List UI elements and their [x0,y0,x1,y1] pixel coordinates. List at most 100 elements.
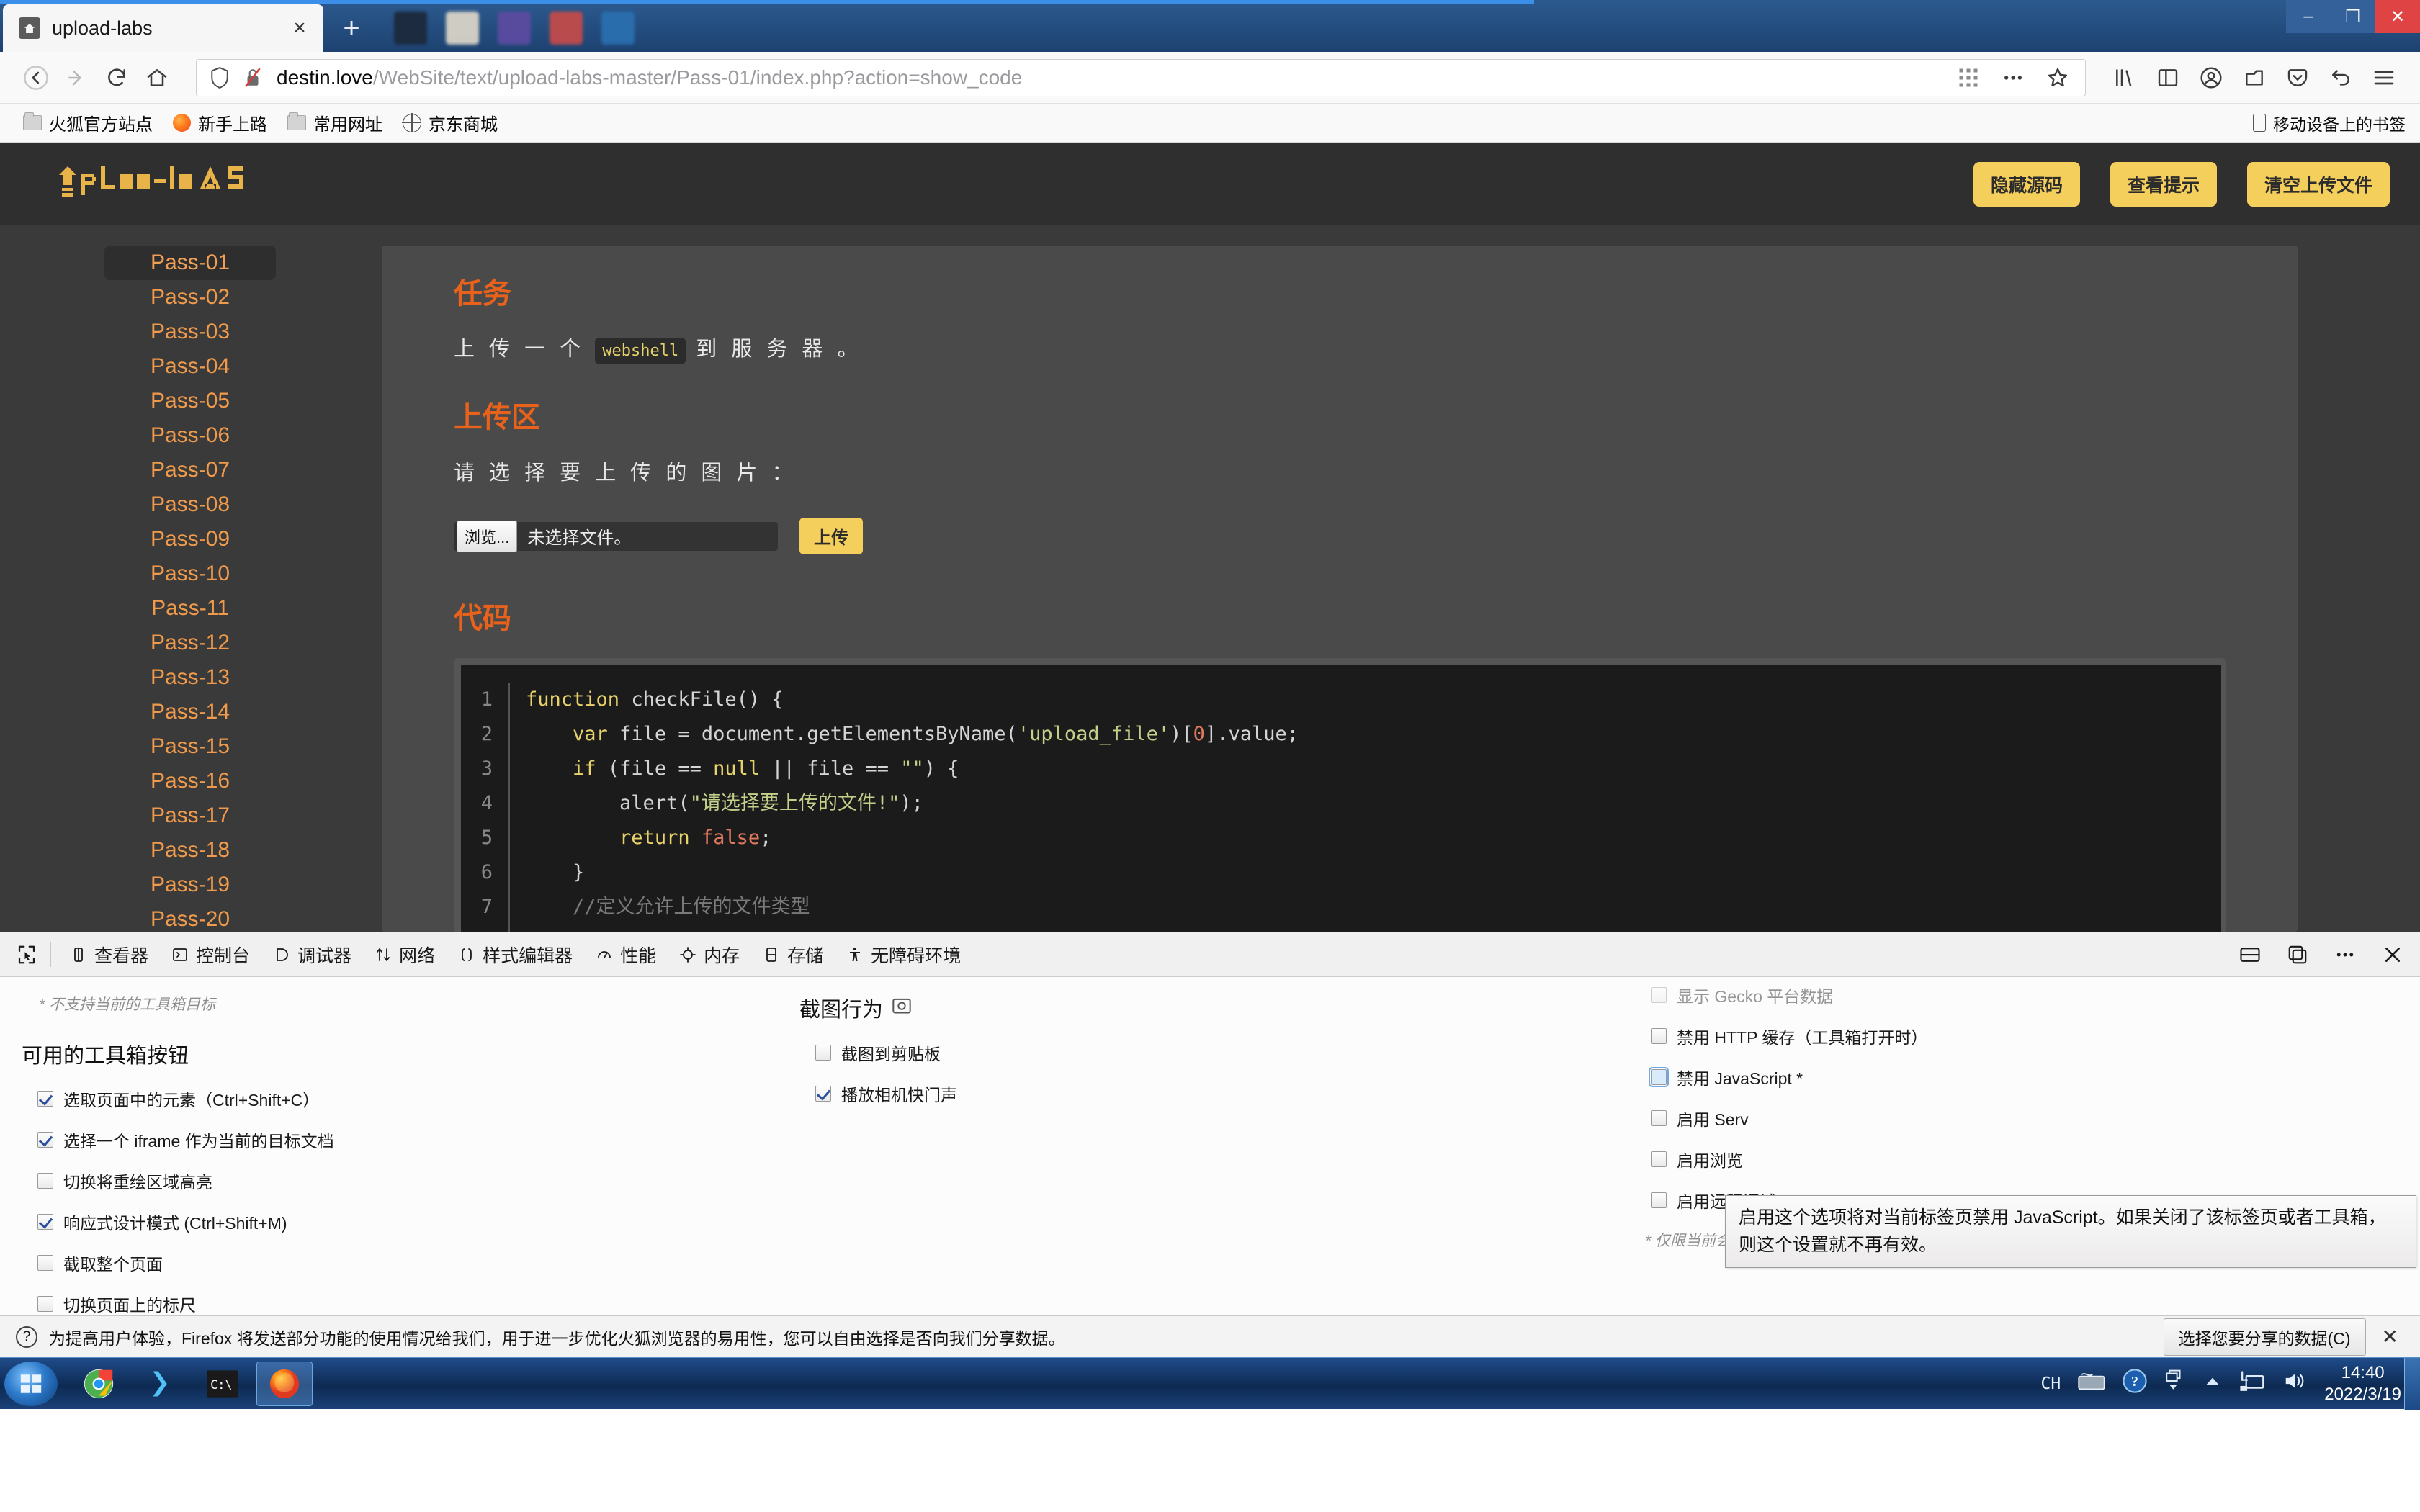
site-logo[interactable] [58,163,274,205]
sidebar-item-pass-20[interactable]: Pass-20 [104,902,276,932]
settings-checkbox-row[interactable]: 响应式设计模式 (Ctrl+Shift+M) [37,1210,756,1234]
hide-source-button[interactable]: 隐藏源码 [1973,162,2080,207]
sidebar-item-pass-16[interactable]: Pass-16 [104,764,276,798]
sidebar-item-pass-08[interactable]: Pass-08 [104,487,276,522]
keyboard-icon[interactable] [2078,1372,2105,1395]
sidebar-item-pass-14[interactable]: Pass-14 [104,695,276,729]
notification-close-icon[interactable]: ✕ [2382,1325,2404,1349]
responsive-layout-icon[interactable] [2234,939,2266,971]
taskbar-cmd-icon[interactable]: C:\ [194,1362,251,1406]
mobile-bookmarks-item[interactable]: 移动设备上的书签 [2253,111,2406,135]
clear-uploads-button[interactable]: 清空上传文件 [2247,162,2390,207]
help-icon[interactable]: ? [2123,1369,2147,1398]
checkbox-icon[interactable] [1651,1069,1667,1085]
checkbox-icon[interactable] [37,1214,53,1230]
checkbox-icon[interactable] [37,1173,53,1189]
network-icon[interactable] [2239,1369,2265,1398]
container-tabs-icon[interactable] [2234,58,2275,98]
settings-checkbox-row[interactable]: 截图到剪贴板 [815,1040,1592,1065]
settings-checkbox-row[interactable]: 启用浏览 [1651,1147,2398,1171]
tab-accessibility[interactable]: 无障碍环境 [835,937,972,973]
checkbox-icon[interactable] [37,1091,53,1107]
page-actions-icon[interactable] [1993,58,2033,98]
taskbar-firefox-icon[interactable] [256,1362,313,1406]
tab-debugger[interactable]: 调试器 [261,937,363,973]
checkbox-icon[interactable] [815,1086,831,1102]
pocket-icon[interactable] [2277,58,2318,98]
settings-checkbox-row[interactable]: 禁用 HTTP 缓存（工具箱打开时） [1651,1024,2398,1048]
settings-checkbox-row[interactable]: 切换将重绘区域高亮 [37,1169,756,1193]
bookmark-star-icon[interactable] [2038,58,2078,98]
sidebar-item-pass-07[interactable]: Pass-07 [104,453,276,487]
hamburger-menu-icon[interactable] [2364,58,2404,98]
checkbox-icon[interactable] [1651,1110,1667,1126]
tab-console[interactable]: 控制台 [160,937,261,973]
settings-checkbox-row[interactable]: 启用 Serv [1651,1106,2398,1130]
windows-switch-icon[interactable] [2164,1369,2186,1398]
reload-icon[interactable] [97,58,137,98]
sidebar-item-pass-04[interactable]: Pass-04 [104,349,276,384]
browse-button[interactable]: 浏览... [457,521,517,552]
checkbox-icon[interactable] [1651,1151,1667,1167]
sidebar-item-pass-06[interactable]: Pass-06 [104,418,276,453]
url-text[interactable]: destin.love/WebSite/text/upload-labs-mas… [269,66,1948,89]
sidebar-item-pass-17[interactable]: Pass-17 [104,798,276,833]
back-arrow-icon[interactable] [16,58,56,98]
checkbox-icon[interactable] [37,1296,53,1312]
bookmark-item[interactable]: 新手上路 [163,107,277,138]
shield-icon[interactable] [204,67,236,89]
sidebar-icon[interactable] [2148,58,2188,98]
tab-performance[interactable]: 性能 [584,937,668,973]
library-icon[interactable] [2105,58,2145,98]
tab-inspector[interactable]: 查看器 [58,937,160,973]
input-method-indicator[interactable]: CH [2041,1374,2061,1393]
settings-checkbox-row[interactable]: 切换页面上的标尺 [37,1292,756,1316]
new-tab-button[interactable]: + [331,7,372,49]
reader-grid-icon[interactable] [1948,58,1989,98]
sidebar-item-pass-13[interactable]: Pass-13 [104,660,276,695]
home-icon[interactable] [137,58,177,98]
sidebar-item-pass-19[interactable]: Pass-19 [104,868,276,902]
sidebar-item-pass-02[interactable]: Pass-02 [104,280,276,315]
url-bar[interactable]: destin.love/WebSite/text/upload-labs-mas… [196,59,2086,96]
dock-split-icon[interactable] [2282,939,2313,971]
tab-close-icon[interactable]: × [287,16,312,40]
file-input[interactable]: 浏览... 未选择文件。 [454,522,778,551]
sidebar-item-pass-12[interactable]: Pass-12 [104,626,276,660]
taskbar-clock[interactable]: 14:40 2022/3/19 [2324,1362,2401,1405]
settings-checkbox-row[interactable]: 显示 Gecko 平台数据 [1651,983,2398,1007]
tab-memory[interactable]: 内存 [668,937,751,973]
checkbox-icon[interactable] [37,1132,53,1148]
sidebar-item-pass-10[interactable]: Pass-10 [104,557,276,591]
checkbox-icon[interactable] [1651,987,1667,1003]
checkbox-icon[interactable] [1651,1192,1667,1208]
close-icon[interactable] [2377,939,2408,971]
account-icon[interactable] [2191,58,2231,98]
choose-shared-data-button[interactable]: 选择您要分享的数据(C) [2164,1318,2366,1356]
meatball-menu-icon[interactable] [2329,939,2361,971]
window-maximize-button[interactable]: ❐ [2331,0,2375,33]
sidebar-item-pass-18[interactable]: Pass-18 [104,833,276,868]
checkbox-icon[interactable] [815,1045,831,1061]
sidebar-item-pass-05[interactable]: Pass-05 [104,384,276,418]
checkbox-icon[interactable] [37,1255,53,1271]
tab-style-editor[interactable]: 样式编辑器 [447,937,584,973]
taskbar-app-blue-icon[interactable] [133,1362,189,1406]
settings-checkbox-row[interactable]: 选择一个 iframe 作为当前的目标文档 [37,1128,756,1152]
sidebar-item-pass-03[interactable]: Pass-03 [104,315,276,349]
bookmark-item[interactable]: 常用网址 [277,107,393,138]
sidebar-item-pass-09[interactable]: Pass-09 [104,522,276,557]
tab-network[interactable]: 网络 [363,937,447,973]
tab-storage[interactable]: 存储 [751,937,835,973]
sidebar-item-pass-01[interactable]: Pass-01 [104,246,276,280]
browser-tab[interactable]: upload-labs × [3,4,323,52]
show-hidden-icons-icon[interactable] [2203,1372,2222,1395]
settings-checkbox-row[interactable]: 截取整个页面 [37,1251,756,1275]
upload-submit-button[interactable]: 上传 [799,518,863,554]
sidebar-item-pass-15[interactable]: Pass-15 [104,729,276,764]
taskbar-chrome-icon[interactable] [71,1362,127,1406]
settings-checkbox-row[interactable]: 禁用 JavaScript * [1651,1065,2398,1089]
show-desktop-button[interactable] [2404,1358,2420,1410]
bookmark-item[interactable]: 火狐官方站点 [13,107,163,138]
settings-checkbox-row[interactable]: 选取页面中的元素（Ctrl+Shift+C） [37,1086,756,1111]
